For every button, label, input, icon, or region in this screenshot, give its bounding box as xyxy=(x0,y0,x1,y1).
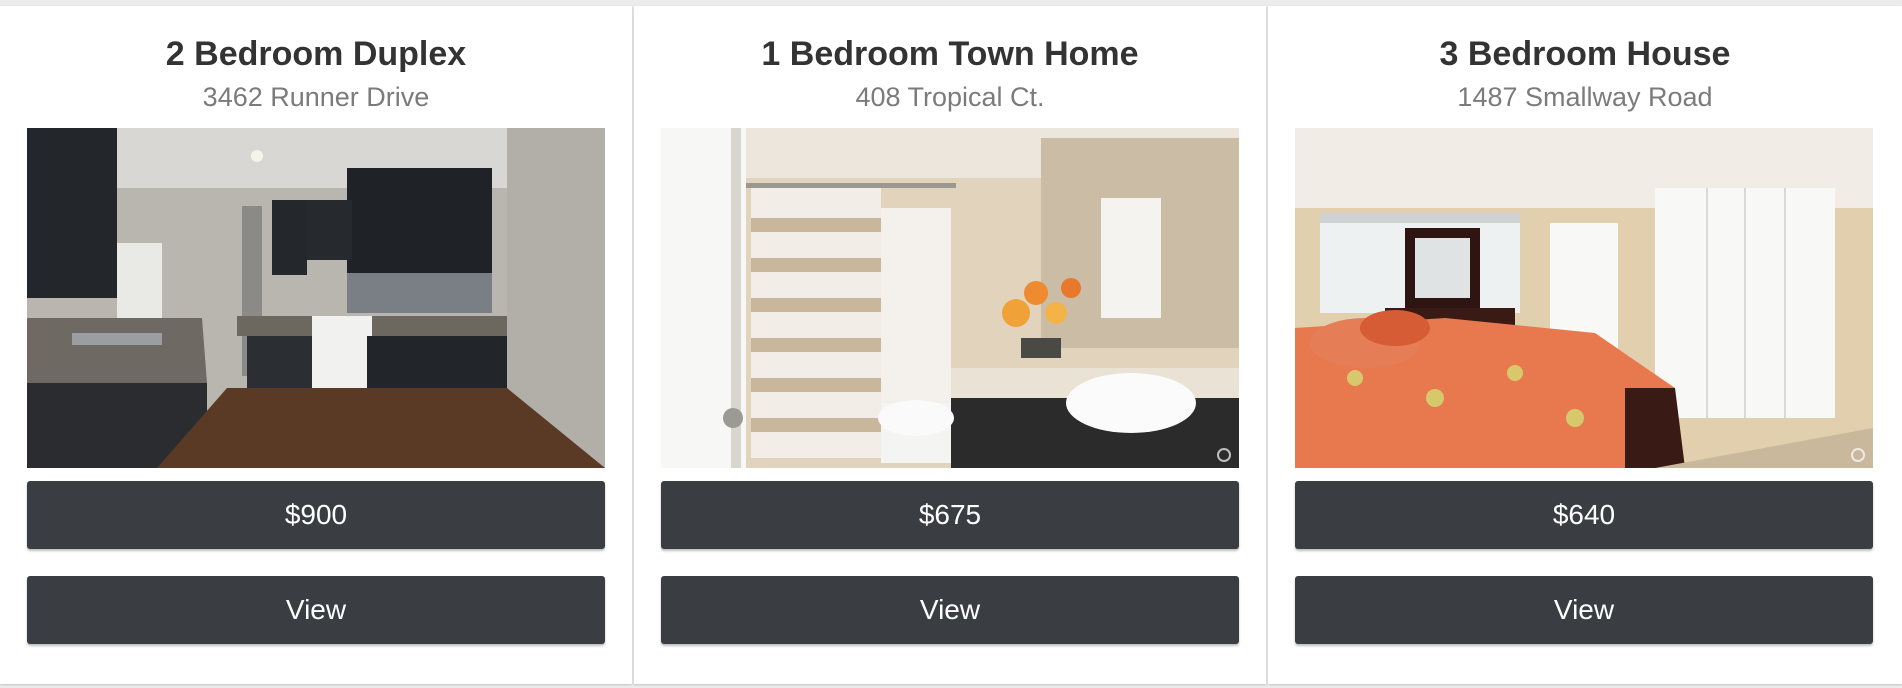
listing-card: 1 Bedroom Town Home 408 Tropical Ct. $67… xyxy=(634,6,1266,684)
listing-card: 3 Bedroom House 1487 Smallway Road $640 … xyxy=(1268,6,1902,684)
listing-address: 3462 Runner Drive xyxy=(202,82,430,112)
listing-title: 2 Bedroom Duplex xyxy=(165,35,467,73)
listing-photo-bathroom[interactable] xyxy=(661,128,1239,468)
listing-address: 1487 Smallway Road xyxy=(1457,82,1713,112)
listing-photo-bedroom[interactable] xyxy=(1295,128,1873,468)
view-button[interactable]: View xyxy=(661,576,1239,644)
listing-title: 1 Bedroom Town Home xyxy=(761,35,1139,73)
price-button[interactable]: $900 xyxy=(27,481,605,549)
price-button[interactable]: $675 xyxy=(661,481,1239,549)
price-button[interactable]: $640 xyxy=(1295,481,1873,549)
listings-row: 2 Bedroom Duplex 3462 Runner Drive $900 … xyxy=(0,0,1902,688)
listing-address: 408 Tropical Ct. xyxy=(855,82,1045,112)
listing-card: 2 Bedroom Duplex 3462 Runner Drive $900 … xyxy=(0,6,632,684)
listing-photo-kitchen[interactable] xyxy=(27,128,605,468)
listing-title: 3 Bedroom House xyxy=(1439,35,1731,73)
view-button[interactable]: View xyxy=(1295,576,1873,644)
view-button[interactable]: View xyxy=(27,576,605,644)
